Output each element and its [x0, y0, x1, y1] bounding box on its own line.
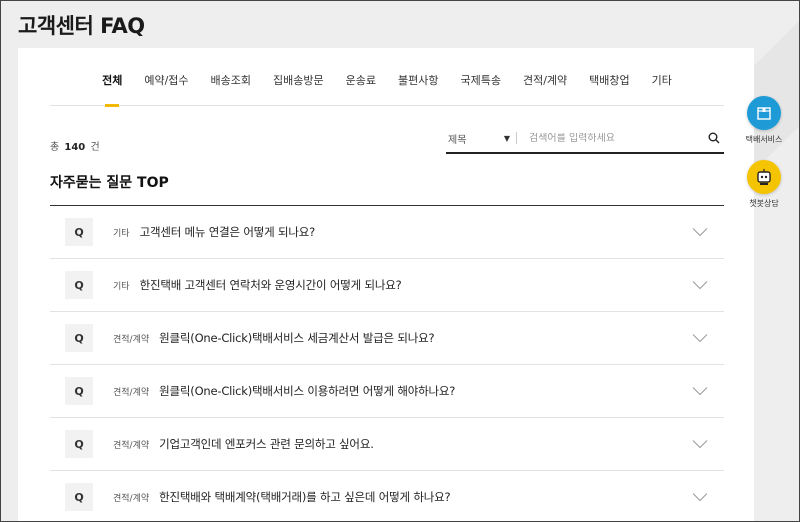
- chevron-down-icon[interactable]: [692, 281, 708, 290]
- q-badge: Q: [65, 271, 93, 299]
- chatbot-button[interactable]: 챗봇상담: [744, 160, 784, 209]
- tab-quote-contract[interactable]: 견적/계약: [512, 62, 578, 106]
- page-title: 고객센터 FAQ: [18, 14, 145, 38]
- q-badge: Q: [65, 430, 93, 458]
- q-badge: Q: [65, 324, 93, 352]
- faq-question: 한진택배와 택배계약(택배거래)를 하고 싶은데 어떻게 하나요?: [159, 490, 451, 504]
- parcel-service-label: 택배서비스: [745, 135, 783, 144]
- tab-franchise[interactable]: 택배창업: [578, 62, 640, 106]
- result-count: 총 140 건: [50, 142, 100, 153]
- faq-item[interactable]: Q 견적/계약 한진택배와 택배계약(택배거래)를 하고 싶은데 어떻게 하나요…: [50, 471, 724, 522]
- chatbot-label: 챗봇상담: [749, 199, 779, 208]
- tab-international[interactable]: 국제특송: [449, 62, 511, 106]
- parcel-service-button[interactable]: 택배서비스: [744, 96, 784, 145]
- faq-item[interactable]: Q 견적/계약 원클릭(One-Click)택배서비스 이용하려면 어떻게 해야…: [50, 365, 724, 418]
- search-icon[interactable]: [704, 128, 724, 148]
- chevron-down-icon[interactable]: [692, 228, 708, 237]
- tab-all[interactable]: 전체: [91, 62, 133, 107]
- tab-tracking[interactable]: 배송조회: [200, 62, 262, 106]
- search-input[interactable]: [529, 132, 704, 144]
- faq-question: 원클릭(One-Click)택배서비스 세금계산서 발급은 되나요?: [159, 331, 435, 345]
- search-field-select[interactable]: 제목 ▼: [446, 131, 516, 146]
- result-count-number: 140: [64, 142, 86, 153]
- tab-pickup-delivery[interactable]: 집배송방문: [262, 62, 335, 106]
- search-bar: 제목 ▼: [446, 124, 724, 154]
- robot-icon: [747, 160, 781, 194]
- faq-item[interactable]: Q 견적/계약 원클릭(One-Click)택배서비스 세금계산서 발급은 되나…: [50, 312, 724, 365]
- faq-question: 기업고객인데 엔포커스 관련 문의하고 싶어요.: [159, 437, 374, 451]
- tab-other[interactable]: 기타: [641, 62, 683, 106]
- faq-question: 고객센터 메뉴 연결은 어떻게 되나요?: [139, 225, 316, 239]
- faq-category: 견적/계약: [113, 387, 150, 398]
- chevron-down-icon[interactable]: [692, 387, 708, 396]
- q-badge: Q: [65, 483, 93, 511]
- tab-complaints[interactable]: 불편사항: [387, 62, 449, 106]
- faq-question: 원클릭(One-Click)택배서비스 이용하려면 어떻게 해야하나요?: [159, 384, 456, 398]
- box-icon: [747, 96, 781, 130]
- faq-category: 기타: [113, 281, 130, 292]
- caret-down-icon: ▼: [503, 133, 510, 143]
- chevron-down-icon[interactable]: [692, 440, 708, 449]
- faq-question: 한진택배 고객센터 연락처와 운영시간이 어떻게 되나요?: [139, 278, 402, 292]
- category-tabs: 전체 예약/접수 배송조회 집배송방문 운송료 불편사항 국제특송 견적/계약 …: [50, 62, 724, 107]
- tab-reservation[interactable]: 예약/접수: [133, 62, 199, 106]
- search-divider: [516, 132, 517, 144]
- section-title: 자주묻는 질문 TOP: [50, 175, 169, 191]
- faq-item[interactable]: Q 기타 한진택배 고객센터 연락처와 운영시간이 어떻게 되나요?: [50, 259, 724, 312]
- faq-category: 견적/계약: [113, 493, 150, 504]
- chevron-down-icon[interactable]: [692, 334, 708, 343]
- faq-category: 기타: [113, 228, 130, 239]
- faq-category: 견적/계약: [113, 440, 150, 451]
- tab-shipping-fee[interactable]: 운송료: [335, 62, 387, 106]
- chevron-down-icon[interactable]: [692, 493, 708, 502]
- q-badge: Q: [65, 377, 93, 405]
- faq-card: 전체 예약/접수 배송조회 집배송방문 운송료 불편사항 국제특송 견적/계약 …: [18, 48, 754, 522]
- q-badge: Q: [65, 218, 93, 246]
- faq-category: 견적/계약: [113, 334, 150, 345]
- faq-item[interactable]: Q 견적/계약 기업고객인데 엔포커스 관련 문의하고 싶어요.: [50, 418, 724, 471]
- faq-item[interactable]: Q 기타 고객센터 메뉴 연결은 어떻게 되나요?: [50, 206, 724, 259]
- faq-list: Q 기타 고객센터 메뉴 연결은 어떻게 되나요? Q 기타 한진택배 고객센터…: [50, 205, 724, 522]
